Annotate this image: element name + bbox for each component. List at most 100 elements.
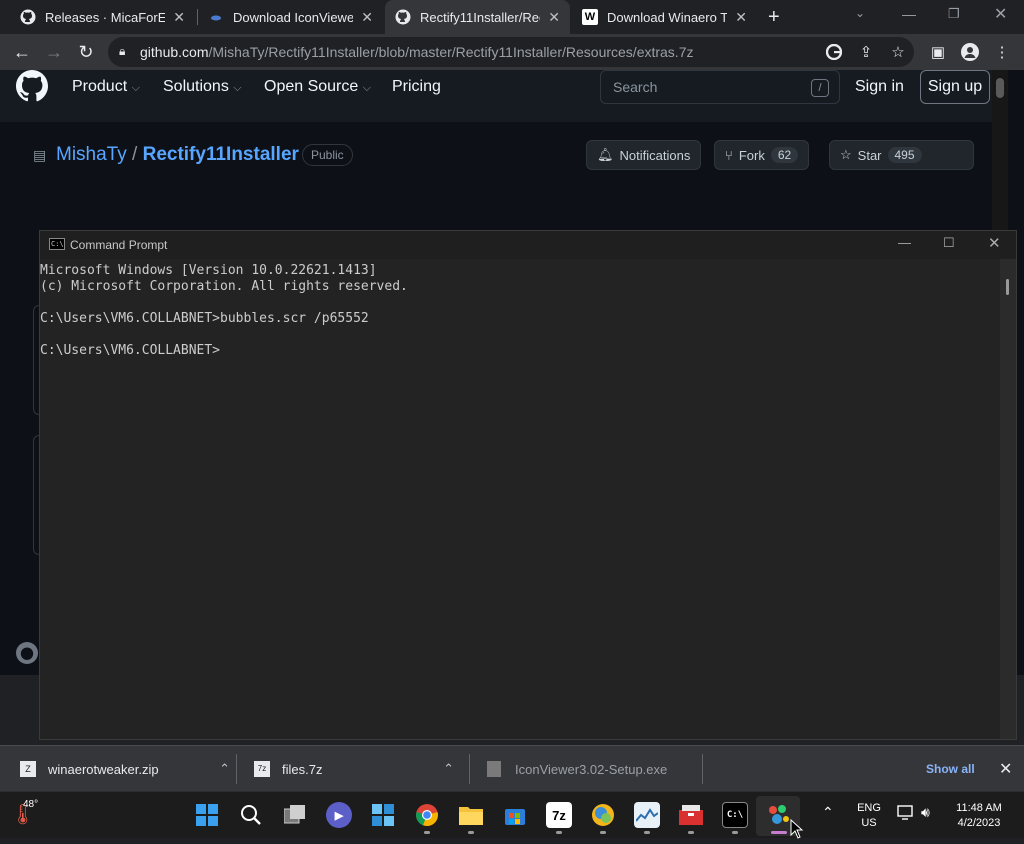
nav-open-source[interactable]: Open Source ⌵ bbox=[264, 78, 371, 96]
window-close-icon[interactable]: ✕ bbox=[994, 4, 1007, 24]
chrome-icon[interactable] bbox=[414, 802, 440, 828]
close-icon[interactable]: ✕ bbox=[361, 9, 373, 26]
console-line: (c) Microsoft Corporation. All rights re… bbox=[40, 279, 408, 294]
cmd-title: Command Prompt bbox=[70, 238, 168, 252]
teams-icon[interactable]: ▶ bbox=[326, 802, 352, 828]
sign-in-link[interactable]: Sign in bbox=[855, 78, 904, 96]
download-item-iconviewer[interactable]: IconViewer3.02-Setup.exe bbox=[487, 746, 687, 792]
bookmark-star-icon[interactable]: ☆ bbox=[886, 40, 910, 64]
store-icon[interactable] bbox=[502, 802, 528, 828]
winaero-icon: W bbox=[582, 9, 598, 25]
lock-icon: 🔒︎ bbox=[119, 44, 126, 58]
mouse-cursor-icon bbox=[790, 818, 804, 844]
nav-pricing[interactable]: Pricing bbox=[392, 78, 441, 96]
tab-title: Download IconViewer bbox=[233, 9, 354, 25]
performance-icon[interactable] bbox=[634, 802, 660, 828]
scrollbar-thumb[interactable] bbox=[1006, 279, 1009, 295]
tab-releases[interactable]: Releases · MicaForEveryone ✕ bbox=[10, 0, 195, 34]
repo-owner-link[interactable]: MishaTy bbox=[56, 144, 127, 165]
chevron-down-icon: ⌵ bbox=[131, 82, 140, 94]
console-line: Microsoft Windows [Version 10.0.22621.14… bbox=[40, 263, 377, 278]
reload-icon[interactable]: ↻ bbox=[74, 40, 98, 64]
repo-name-link[interactable]: Rectify11Installer bbox=[143, 144, 299, 165]
minimize-icon[interactable]: — bbox=[902, 6, 916, 22]
volume-icon[interactable]: 🔊︎ bbox=[921, 804, 930, 821]
cmd-icon[interactable]: C:\ bbox=[722, 802, 748, 828]
star-count: 495 bbox=[887, 147, 922, 163]
sign-up-button[interactable]: Sign up bbox=[920, 70, 990, 104]
console-prompt: C:\Users\VM6.COLLABNET> bbox=[40, 343, 221, 358]
github-footer-logo-icon bbox=[16, 642, 38, 669]
new-tab-button[interactable]: + bbox=[764, 0, 792, 34]
download-separator bbox=[469, 754, 470, 784]
cmd-title-bar[interactable]: C:\ Command Prompt — ☐ ✕ bbox=[40, 231, 1016, 259]
tab-title: Download Winaero Tweaker bbox=[607, 9, 728, 25]
back-arrow-icon[interactable]: ← bbox=[10, 40, 34, 64]
fork-button[interactable]: ⑂ Fork 62 bbox=[714, 140, 810, 170]
tab-winaero[interactable]: W Download Winaero Tweaker ✕ bbox=[572, 0, 757, 34]
github-page: Product ⌵ Solutions ⌵ Open Source ⌵ Pric… bbox=[0, 70, 1024, 839]
running-indicator bbox=[688, 831, 694, 834]
download-item-files[interactable]: 7z files.7z ⌃ bbox=[254, 746, 454, 792]
star-button[interactable]: ☆ Star 495 bbox=[829, 140, 974, 170]
language-indicator[interactable]: ENG US bbox=[856, 801, 882, 831]
github-header: Product ⌵ Solutions ⌵ Open Source ⌵ Pric… bbox=[0, 70, 1008, 676]
scrollbar-thumb[interactable] bbox=[996, 78, 1004, 98]
address-bar[interactable]: 🔒︎ github.com/MishaTy/Rectify11Installer… bbox=[108, 37, 914, 67]
profile-icon[interactable] bbox=[958, 40, 982, 64]
cmd-minimize-icon[interactable]: — bbox=[898, 235, 911, 250]
web-browser-icon[interactable] bbox=[590, 802, 616, 828]
chevron-up-icon[interactable]: ⌃ bbox=[822, 804, 834, 821]
google-icon[interactable] bbox=[822, 40, 846, 64]
tab-rectify11[interactable]: Rectify11Installer/Rectify11 ✕ bbox=[385, 0, 570, 34]
chevron-up-icon[interactable]: ⌃ bbox=[443, 761, 454, 777]
zip-file-icon: Z bbox=[20, 761, 36, 777]
file-explorer-icon[interactable] bbox=[458, 802, 484, 828]
download-item-winaerotweaker[interactable]: Z winaerotweaker.zip ⌃ bbox=[20, 746, 230, 792]
command-prompt-window[interactable]: C:\ Command Prompt — ☐ ✕ Microsoft Windo… bbox=[39, 230, 1017, 740]
widgets-icon[interactable] bbox=[370, 802, 396, 828]
menu-kebab-icon[interactable]: ⋮ bbox=[990, 40, 1014, 64]
github-icon bbox=[20, 9, 36, 25]
restore-icon[interactable]: ❐ bbox=[948, 6, 960, 22]
network-icon[interactable] bbox=[897, 805, 915, 826]
iconviewer-icon bbox=[208, 9, 224, 25]
7zip-icon[interactable]: 7z bbox=[546, 802, 572, 828]
cmd-scrollbar[interactable] bbox=[1000, 259, 1016, 739]
cmd-maximize-icon[interactable]: ☐ bbox=[943, 235, 955, 251]
close-icon[interactable]: ✕ bbox=[173, 9, 185, 26]
nav-product[interactable]: Product ⌵ bbox=[72, 78, 140, 96]
visibility-badge: Public bbox=[302, 144, 353, 166]
running-indicator bbox=[600, 831, 606, 834]
close-download-bar-icon[interactable]: ✕ bbox=[999, 746, 1012, 792]
github-logo-icon[interactable] bbox=[16, 70, 48, 107]
running-indicator bbox=[468, 831, 474, 834]
archive-icon[interactable] bbox=[678, 802, 704, 828]
start-icon[interactable] bbox=[194, 802, 220, 828]
github-icon bbox=[395, 9, 411, 25]
tab-search-chevron-icon[interactable]: ⌄ bbox=[855, 6, 865, 20]
chevron-down-icon: ⌵ bbox=[362, 82, 372, 94]
bubbles-icon[interactable] bbox=[766, 802, 792, 828]
close-icon[interactable]: ✕ bbox=[548, 9, 560, 26]
cmd-console-output[interactable]: Microsoft Windows [Version 10.0.22621.14… bbox=[40, 259, 1000, 739]
notifications-button[interactable]: 🔔︎ Notifications bbox=[586, 140, 702, 170]
clock[interactable]: 11:48 AM 4/2/2023 bbox=[946, 801, 1012, 831]
cmd-close-icon[interactable]: ✕ bbox=[988, 234, 1001, 252]
share-icon[interactable]: ⇪ bbox=[854, 40, 878, 64]
browser-toolbar: ← → ↻ 🔒︎ github.com/MishaTy/Rectify11Ins… bbox=[0, 34, 1024, 70]
search-icon[interactable] bbox=[238, 802, 264, 828]
show-all-link[interactable]: Show all bbox=[926, 746, 975, 792]
download-separator bbox=[702, 754, 703, 784]
nav-solutions[interactable]: Solutions ⌵ bbox=[163, 78, 242, 96]
chevron-up-icon[interactable]: ⌃ bbox=[219, 761, 230, 777]
forward-arrow-icon[interactable]: → bbox=[42, 40, 66, 64]
search-input[interactable]: Search / bbox=[600, 70, 840, 104]
task-view-icon[interactable] bbox=[282, 802, 308, 828]
exe-file-icon bbox=[487, 761, 501, 777]
active-indicator bbox=[771, 831, 787, 834]
close-icon[interactable]: ✕ bbox=[735, 9, 747, 26]
tab-iconviewer[interactable]: Download IconViewer ✕ bbox=[198, 0, 383, 34]
side-panel-icon[interactable]: ▣ bbox=[926, 40, 950, 64]
